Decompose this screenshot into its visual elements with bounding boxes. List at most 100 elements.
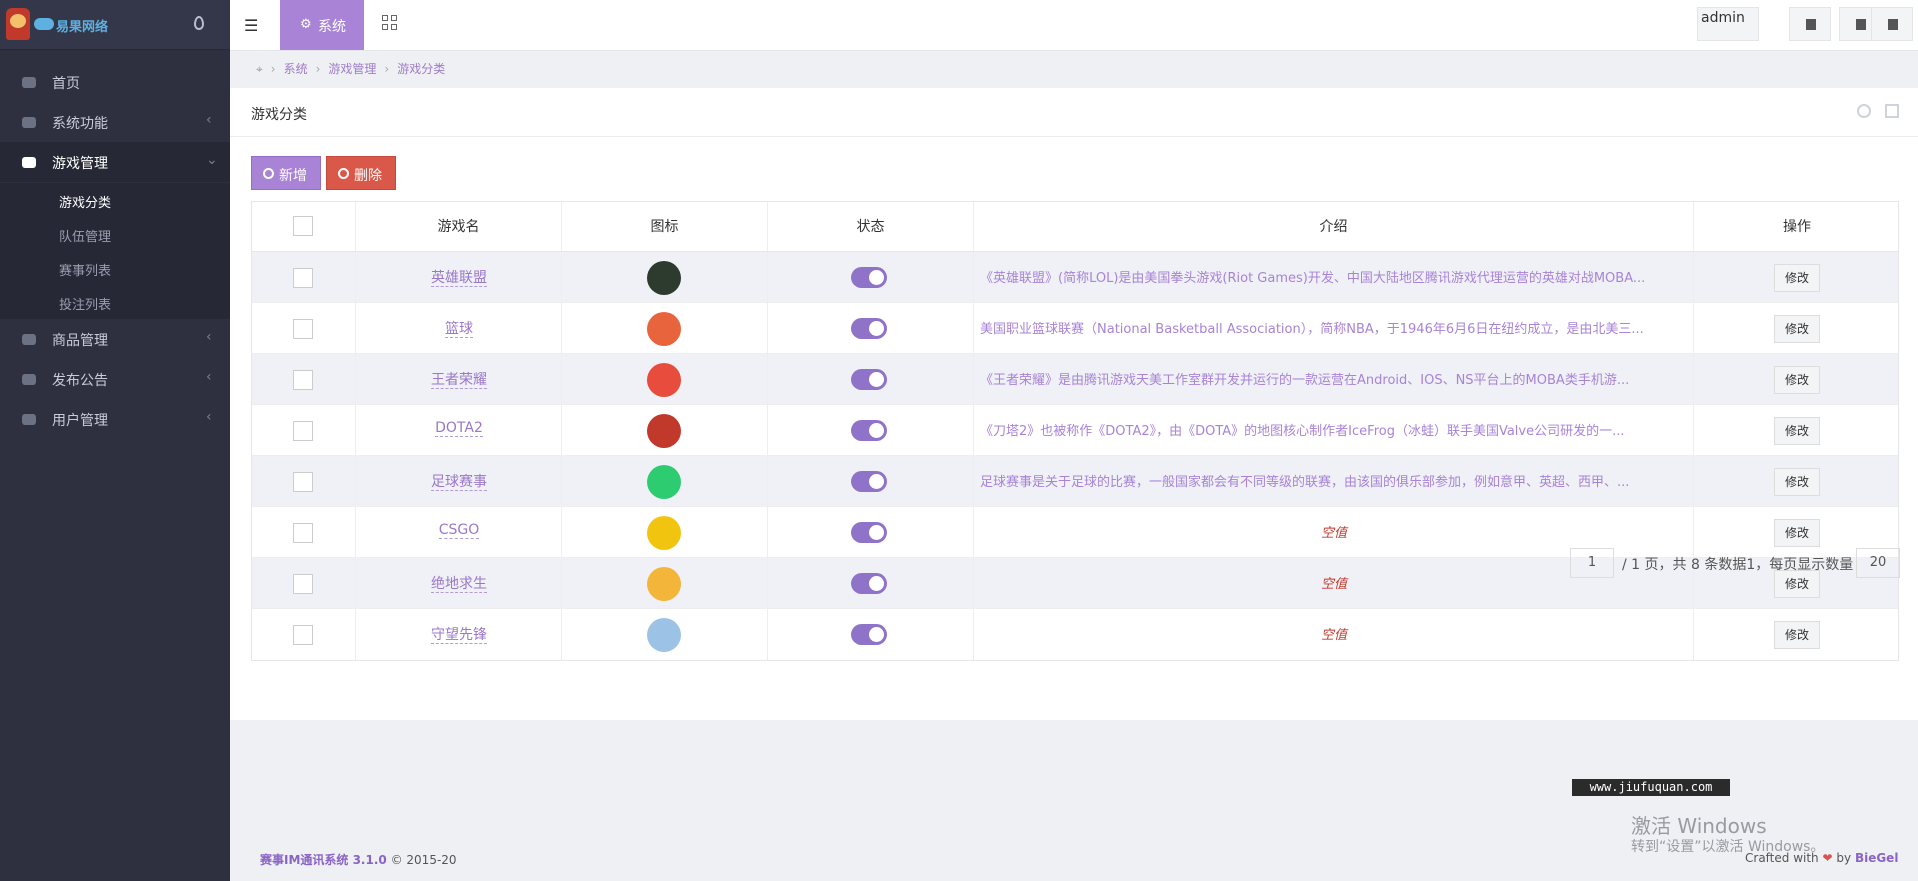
status-toggle[interactable] [851, 318, 887, 339]
sidebar-item-users[interactable]: 用户管理 ‹ [0, 399, 230, 439]
row-checkbox[interactable] [293, 421, 313, 441]
sidebar-subitem-label: 赛事列表 [59, 264, 112, 279]
game-icon [647, 516, 681, 550]
status-toggle[interactable] [851, 573, 887, 594]
edit-button[interactable]: 修改 [1774, 621, 1820, 649]
clear-cache-button[interactable] [1789, 7, 1831, 41]
refresh-icon[interactable] [1857, 104, 1871, 118]
edit-button[interactable]: 修改 [1774, 264, 1820, 292]
sidebar-item-label: 用户管理 [52, 413, 108, 429]
row-checkbox[interactable] [293, 625, 313, 645]
breadcrumb-game-management[interactable]: 游戏管理 [328, 62, 376, 76]
apps-grid-icon[interactable] [382, 15, 398, 31]
intro-text[interactable]: 《英雄联盟》(简称LOL)是由美国拳头游戏(Riot Games)开发、中国大陆… [980, 267, 1688, 286]
intro-text[interactable]: 美国职业篮球联赛（National Basketball Association… [980, 318, 1688, 337]
breadcrumb-system[interactable]: 系统 [284, 62, 308, 76]
status-toggle[interactable] [851, 471, 887, 492]
page-number-input[interactable]: 1 [1570, 548, 1614, 578]
admin-label: admin [1701, 10, 1745, 26]
status-toggle[interactable] [851, 420, 887, 441]
edit-button[interactable]: 修改 [1774, 315, 1820, 343]
fullscreen-icon[interactable] [1885, 104, 1899, 118]
intro-text[interactable]: 《刀塔2》也被称作《DOTA2》，由《DOTA》的地图核心制作者IceFrog（… [980, 420, 1688, 439]
map-pin-icon: ⌖ [256, 62, 263, 76]
table-header-row: 游戏名 图标 状态 介绍 操作 [252, 202, 1898, 252]
footer-copyright: © 2015-20 [390, 853, 457, 867]
sidebar-item-system[interactable]: 系统功能 ‹ [0, 102, 230, 142]
top-bar: ☰ ⚙ 系统 admin [230, 0, 1918, 51]
chevron-left-icon: ‹ [206, 369, 212, 385]
breadcrumb-game-category[interactable]: 游戏分类 [397, 62, 445, 76]
tab-system[interactable]: ⚙ 系统 [280, 0, 364, 50]
table-row: 守望先锋 空值 修改 [252, 609, 1898, 660]
edit-button[interactable]: 修改 [1774, 468, 1820, 496]
sidebar-item-goods[interactable]: 商品管理 ‹ [0, 319, 230, 359]
content-panel: 游戏分类 新增 删除 游戏名 图标 状态 介绍 操作 英雄联盟 《英雄联盟》(简称… [230, 88, 1918, 720]
game-name-link[interactable]: DOTA2 [435, 420, 483, 437]
windows-activation-title: 激活 Windows [1631, 814, 1767, 838]
table-row: CSGO 空值 修改 [252, 507, 1898, 558]
gear-icon [22, 117, 36, 128]
game-name-link[interactable]: 篮球 [445, 321, 473, 338]
brand-logo-icon [6, 8, 30, 40]
select-all-checkbox[interactable] [293, 216, 313, 236]
edit-button[interactable]: 修改 [1774, 519, 1820, 547]
footer-author-link[interactable]: BieGel [1855, 851, 1899, 865]
panel-header: 游戏分类 [230, 88, 1918, 137]
game-name-link[interactable]: 绝地求生 [431, 576, 487, 593]
sliders-icon [1888, 19, 1898, 30]
game-name-link[interactable]: 足球赛事 [431, 474, 487, 491]
status-toggle[interactable] [851, 267, 887, 288]
status-toggle[interactable] [851, 624, 887, 645]
settings-button[interactable] [1871, 7, 1913, 41]
edit-button[interactable]: 修改 [1774, 570, 1820, 598]
game-name-link[interactable]: 守望先锋 [431, 627, 487, 644]
sidebar-item-announcement[interactable]: 发布公告 ‹ [0, 359, 230, 399]
row-checkbox[interactable] [293, 268, 313, 288]
game-name-link[interactable]: 英雄联盟 [431, 270, 487, 287]
table-row: DOTA2 《刀塔2》也被称作《DOTA2》，由《DOTA》的地图核心制作者Ice… [252, 405, 1898, 456]
sidebar-item-label: 发布公告 [52, 373, 108, 389]
menu-toggle-icon[interactable]: ☰ [244, 16, 258, 35]
theme-drop-icon[interactable] [194, 16, 204, 30]
edit-button[interactable]: 修改 [1774, 417, 1820, 445]
sidebar-subitem-bet-list[interactable]: 投注列表 [0, 285, 230, 319]
admin-avatar[interactable]: admin [1697, 7, 1759, 41]
users-icon [22, 414, 36, 425]
chevron-left-icon: ‹ [206, 112, 212, 128]
row-checkbox[interactable] [293, 319, 313, 339]
windows-activation-subtitle: 转到“设置”以激活 Windows。 [1631, 839, 1825, 855]
intro-text[interactable]: 《王者荣耀》是由腾讯游戏天美工作室群开发并运行的一款运营在Android、IOS… [980, 369, 1688, 388]
sidebar-subitem-label: 投注列表 [59, 298, 112, 313]
chevron-left-icon: ‹ [206, 329, 212, 345]
row-checkbox[interactable] [293, 370, 313, 390]
gamepad-icon [22, 157, 36, 168]
table-row: 王者荣耀 《王者荣耀》是由腾讯游戏天美工作室群开发并运行的一款运营在Android… [252, 354, 1898, 405]
row-checkbox[interactable] [293, 472, 313, 492]
sidebar-subitem-label: 游戏分类 [59, 196, 112, 211]
sidebar-subitem-team-management[interactable]: 队伍管理 [0, 217, 230, 251]
status-toggle[interactable] [851, 522, 887, 543]
game-icon [647, 414, 681, 448]
sidebar: 易果网络 首页 系统功能 ‹ 游戏管理 ⌄ 游戏分类 队伍管理 赛事列表 投注列… [0, 0, 230, 881]
row-checkbox[interactable] [293, 574, 313, 594]
row-checkbox[interactable] [293, 523, 313, 543]
game-name-link[interactable]: 王者荣耀 [431, 372, 487, 389]
sidebar-item-game-management[interactable]: 游戏管理 ⌄ [0, 142, 230, 182]
page-size-input[interactable]: 20 [1856, 548, 1900, 578]
column-header-name: 游戏名 [356, 202, 562, 251]
footer-by: by [1836, 851, 1852, 865]
close-circle-icon [338, 168, 349, 179]
add-button[interactable]: 新增 [251, 156, 321, 190]
table-row: 英雄联盟 《英雄联盟》(简称LOL)是由美国拳头游戏(Riot Games)开发、… [252, 252, 1898, 303]
intro-text[interactable]: 足球赛事是关于足球的比赛，一般国家都会有不同等级的联赛，由该国的俱乐部参加，例如… [980, 471, 1688, 490]
sidebar-subitem-match-list[interactable]: 赛事列表 [0, 251, 230, 285]
status-toggle[interactable] [851, 369, 887, 390]
delete-button[interactable]: 删除 [326, 156, 396, 190]
game-name-link[interactable]: CSGO [438, 522, 480, 539]
sidebar-subitem-game-category[interactable]: 游戏分类 [0, 183, 230, 217]
sidebar-item-home[interactable]: 首页 [0, 62, 230, 102]
pagination-text: / 1 页，共 8 条数据1，每页显示数量 [1622, 557, 1854, 573]
edit-button[interactable]: 修改 [1774, 366, 1820, 394]
sidebar-subitem-label: 队伍管理 [59, 230, 112, 245]
